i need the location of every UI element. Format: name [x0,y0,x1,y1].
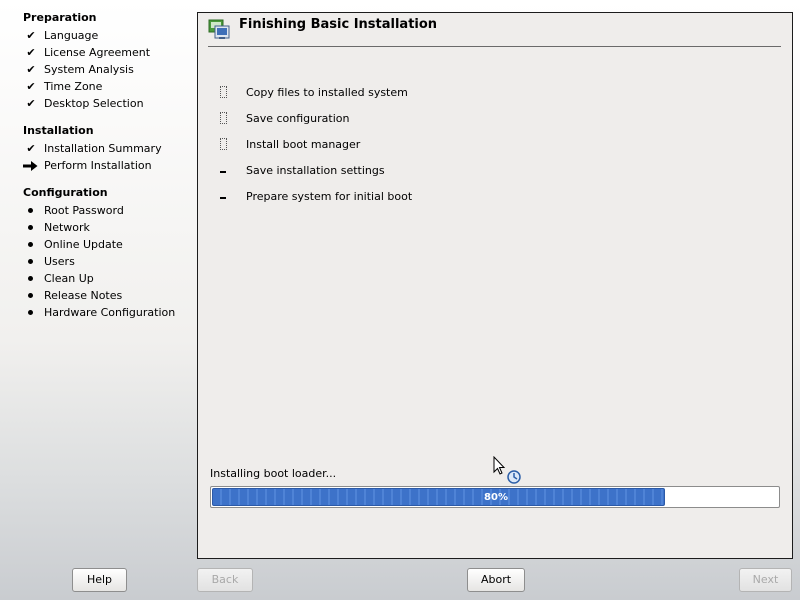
task-progress-icon [220,112,227,124]
sidebar-item-network: Network [44,221,90,234]
task-install-boot-manager: Install boot manager [246,138,361,151]
page-title: Finishing Basic Installation [239,17,438,32]
arrow-right-icon [23,161,38,171]
bullet-icon [28,225,33,230]
task-progress-icon [220,138,227,150]
back-button[interactable]: Back [197,568,253,592]
next-button[interactable]: Next [739,568,792,592]
task-prepare-initial-boot: Prepare system for initial boot [246,190,413,203]
task-save-installation-settings: Save installation settings [246,164,385,177]
bullet-icon [28,310,33,315]
progress-percent: 80% [484,492,508,503]
bullet-icon [28,259,33,264]
sidebar-item-system-analysis: System Analysis [44,63,134,76]
task-pending-icon [220,171,226,173]
sidebar-item-online-update: Online Update [44,238,123,251]
progress-fill: 80% [212,488,665,506]
sidebar-item-clean-up: Clean Up [44,272,94,285]
task-progress-icon [220,86,227,98]
sidebar-item-root-password: Root Password [44,204,124,217]
sidebar-item-perform-installation: Perform Installation [44,159,152,172]
section-title-configuration: Configuration [23,186,108,199]
busy-cursor-icon [493,456,521,484]
task-pending-icon [220,197,226,199]
checkmark-icon: ✔ [26,142,36,155]
progress-label: Installing boot loader... [210,467,337,480]
section-title-preparation: Preparation [23,11,97,24]
sidebar-item-time-zone: Time Zone [44,80,103,93]
bullet-icon [28,293,33,298]
sidebar-item-desktop-selection: Desktop Selection [44,97,144,110]
bullet-icon [28,242,33,247]
sidebar-item-license-agreement: License Agreement [44,46,151,59]
abort-button[interactable]: Abort [467,568,525,592]
sidebar-item-release-notes: Release Notes [44,289,123,302]
installer-icon [208,19,230,39]
section-title-installation: Installation [23,124,94,137]
bullet-icon [28,276,33,281]
sidebar-item-language: Language [44,29,99,42]
task-save-configuration: Save configuration [246,112,350,125]
task-copy-files: Copy files to installed system [246,86,408,99]
checkmark-icon: ✔ [26,80,36,93]
sidebar-item-hardware-configuration: Hardware Configuration [44,306,176,319]
checkmark-icon: ✔ [26,63,36,76]
progress-bar: 80% [210,486,780,508]
checkmark-icon: ✔ [26,29,36,42]
sidebar-item-installation-summary: Installation Summary [44,142,162,155]
sidebar-item-users: Users [44,255,75,268]
bullet-icon [28,208,33,213]
sidebar: Preparation ✔ Language ✔ License Agreeme… [0,0,196,560]
checkmark-icon: ✔ [26,46,36,59]
checkmark-icon: ✔ [26,97,36,110]
help-button[interactable]: Help [72,568,127,592]
title-divider [208,46,781,47]
